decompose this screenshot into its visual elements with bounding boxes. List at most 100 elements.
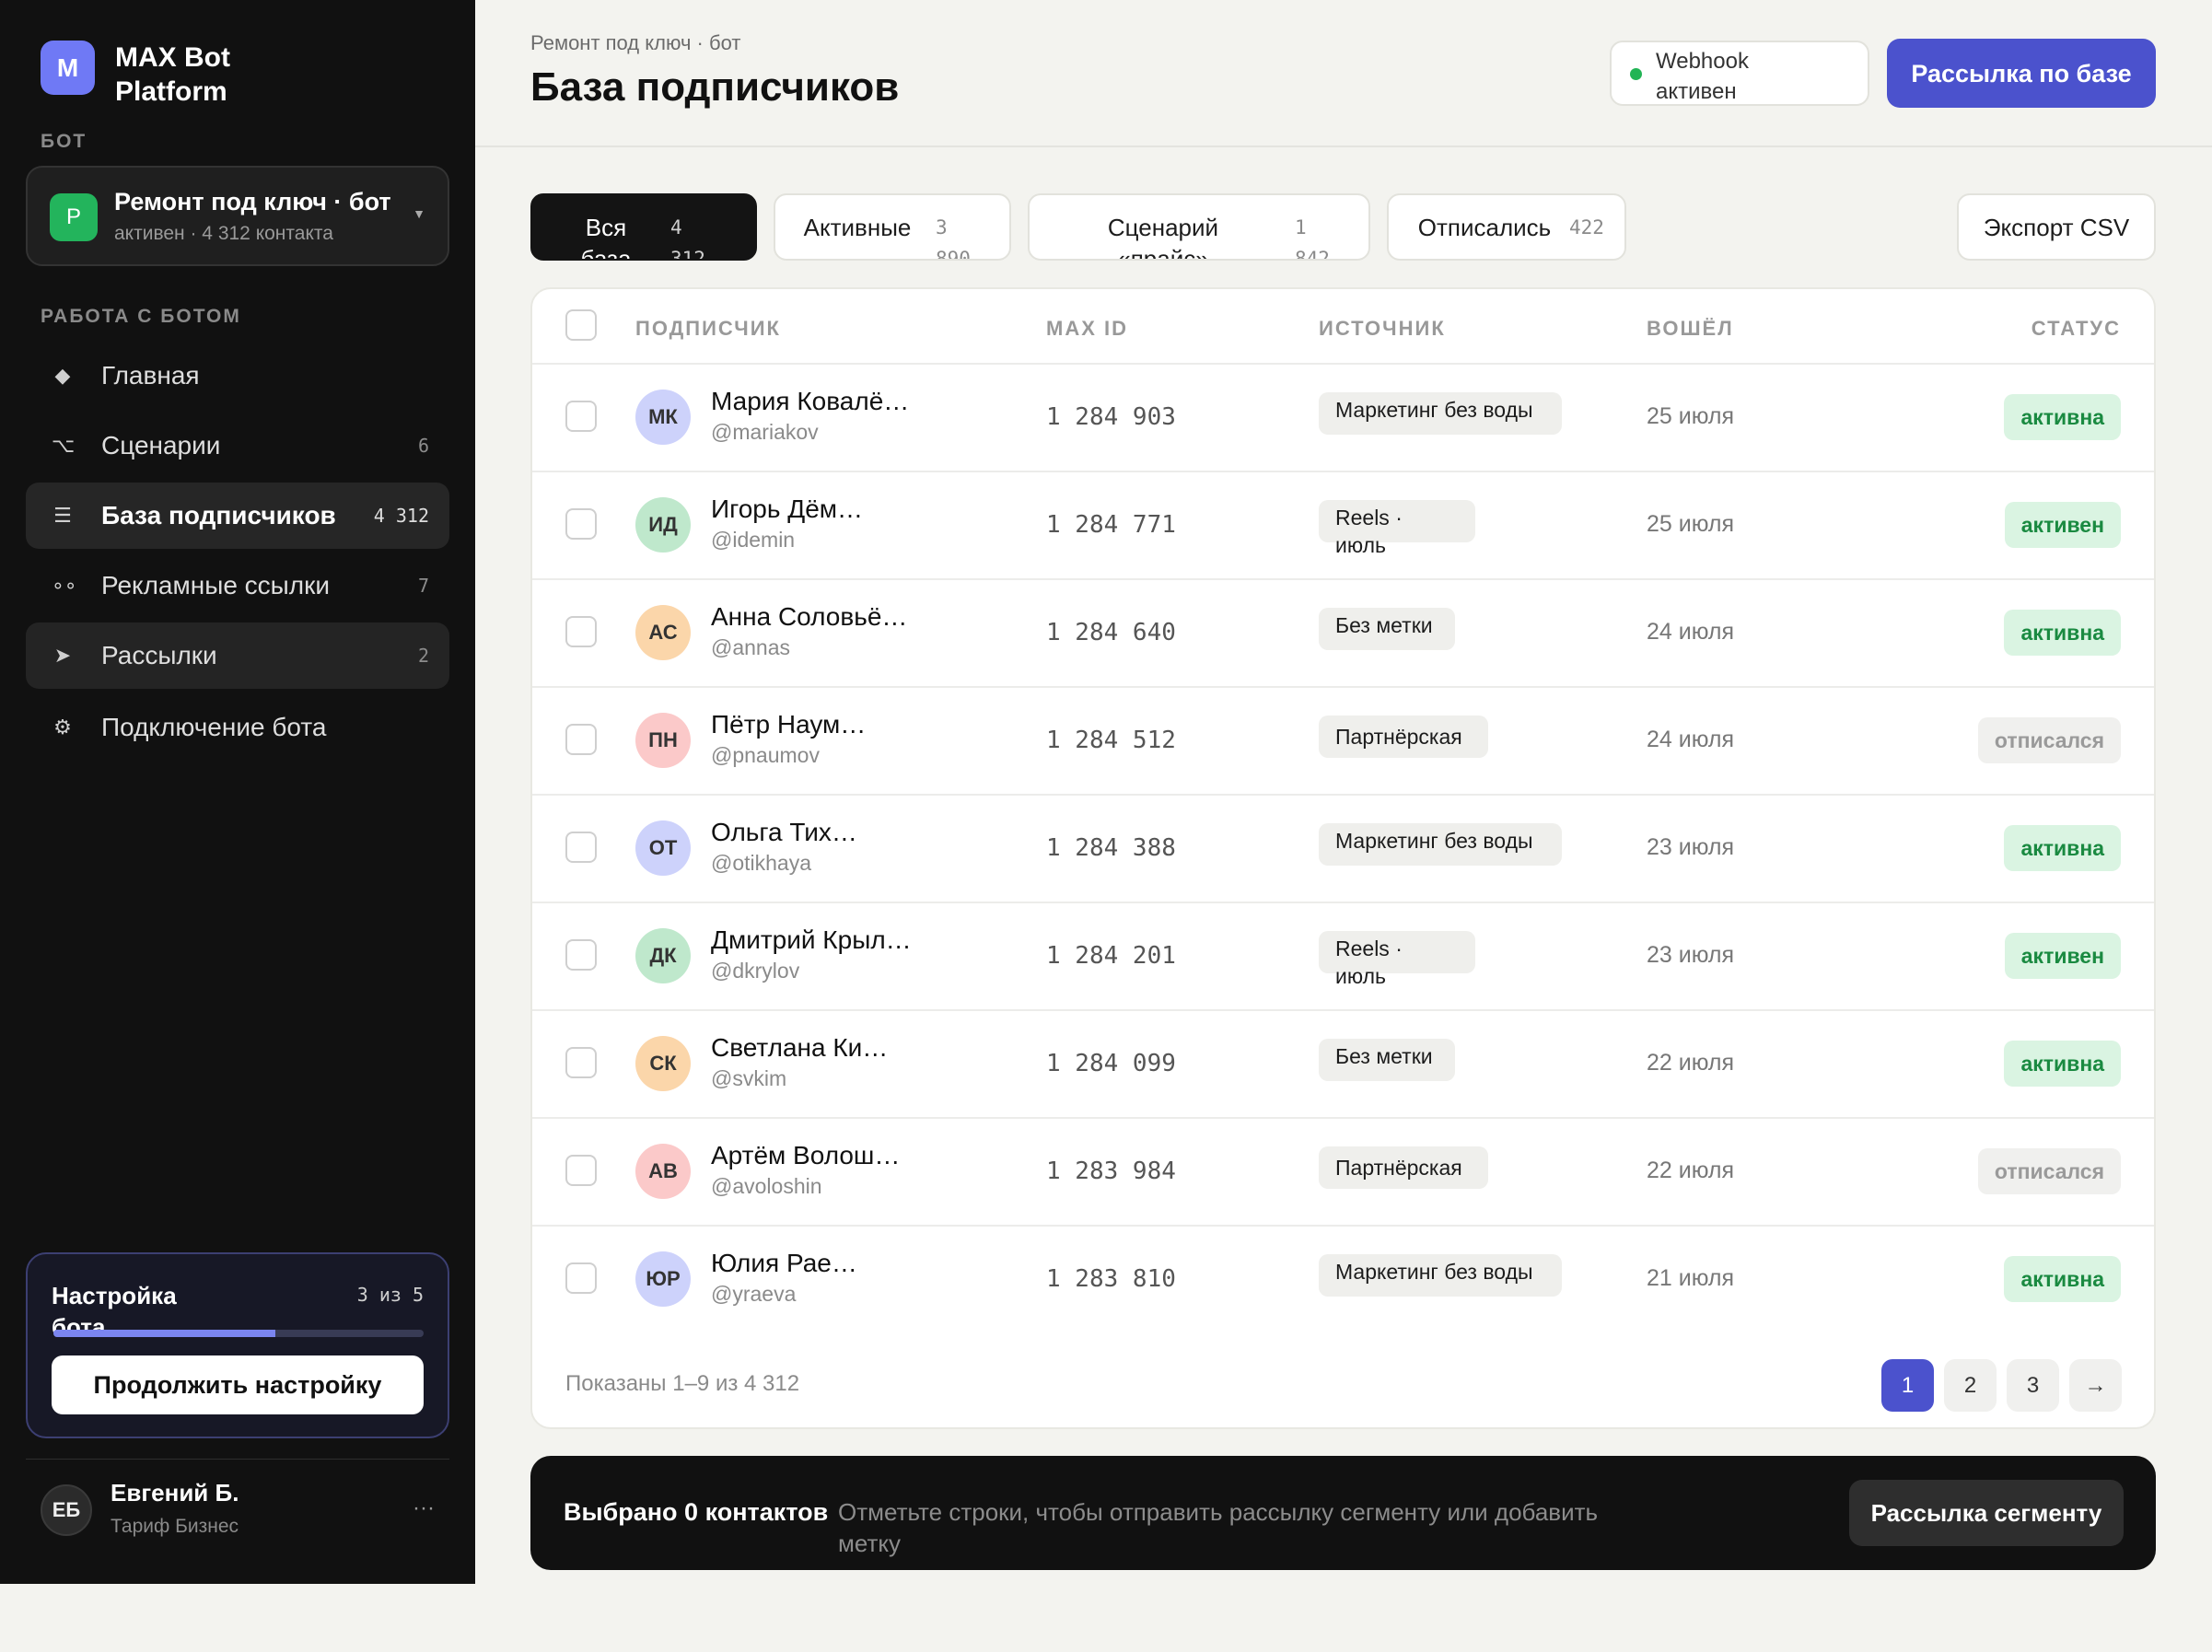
subscriber-name[interactable]: Мария Ковалё…	[711, 387, 909, 416]
sidebar-item-label: Сценарии	[101, 431, 221, 460]
row-checkbox[interactable]	[565, 832, 597, 863]
status-badge: активна	[2004, 825, 2121, 871]
table-row[interactable]: ДК Дмитрий Крыл… @dkrylov 1 284 201 Reels · …	[532, 902, 2154, 1009]
row-checkbox[interactable]	[565, 508, 597, 540]
subscriber-handle: @dkrylov	[711, 959, 800, 983]
breadcrumb[interactable]: Ремонт под ключ · бот	[530, 31, 740, 55]
column-header-joined[interactable]: ВОШЁЛ	[1647, 317, 1734, 341]
max-id: 1 283 984	[1046, 1158, 1176, 1185]
table-row[interactable]: АС Анна Соловьё… @annas 1 284 640 Без метки 2…	[532, 578, 2154, 686]
column-header-source[interactable]: ИСТОЧНИК	[1319, 317, 1446, 341]
continue-setup-button[interactable]: Продолжить настройку	[52, 1355, 424, 1414]
divider	[26, 1459, 449, 1460]
table-row[interactable]: ОТ Ольга Тих… @otikhaya 1 284 388 Маркетинг …	[532, 794, 2154, 902]
subscriber-name[interactable]: Юлия Рае…	[711, 1249, 857, 1278]
avatar: ОТ	[635, 820, 691, 876]
status-badge: активна	[2004, 610, 2121, 656]
webhook-status-badge: Webhook активен	[1610, 41, 1869, 106]
bulk-hint: Отметьте строки, чтобы отправить рассылк…	[838, 1498, 1599, 1557]
row-checkbox[interactable]	[565, 724, 597, 755]
subscriber-name[interactable]: Ольга Тих…	[711, 818, 857, 847]
avatar: МК	[635, 390, 691, 445]
setup-count: 3 из 5	[356, 1284, 424, 1306]
column-header-subscriber[interactable]: ПОДПИСЧИК	[635, 317, 781, 341]
table-row[interactable]: ИД Игорь Дём… @idemin 1 284 771 Reels · июль…	[532, 471, 2154, 578]
gear-icon: ⚙	[53, 715, 72, 739]
next-page-button[interactable]: →	[2069, 1359, 2122, 1412]
bot-switcher[interactable]: Р Ремонт под ключ · бот активен · 4 312 …	[26, 166, 449, 266]
sidebar-item-count: 6	[417, 435, 429, 457]
export-csv-button[interactable]: Экспорт CSV	[1957, 193, 2156, 261]
avatar: АВ	[635, 1144, 691, 1199]
sidebar-item-subscribers[interactable]: ☰ База подписчиков 4 312	[26, 483, 449, 549]
avatar: ДК	[635, 928, 691, 983]
link-icon: ∘∘	[52, 574, 77, 597]
subscriber-handle: @mariakov	[711, 420, 819, 444]
page-button[interactable]: 2	[1944, 1359, 1997, 1412]
subscriber-name[interactable]: Артём Волош…	[711, 1141, 900, 1170]
tab-count: 4 312	[670, 216, 705, 261]
table-row[interactable]: АВ Артём Волош… @avoloshin 1 283 984 Партнёр…	[532, 1117, 2154, 1225]
subscribers-table: ПОДПИСЧИК MAX ID ИСТОЧНИК ВОШЁЛ СТАТУС М…	[530, 287, 2156, 1429]
subscriber-handle: @pnaumov	[711, 743, 820, 767]
subscriber-handle: @idemin	[711, 528, 796, 552]
row-checkbox[interactable]	[565, 616, 597, 647]
subscriber-name[interactable]: Светлана Ки…	[711, 1033, 888, 1063]
column-header-max-id[interactable]: MAX ID	[1046, 317, 1128, 341]
avatar: АС	[635, 605, 691, 660]
joined-date: 25 июля	[1647, 511, 1735, 537]
bot-section-label: БОТ	[41, 131, 87, 152]
row-checkbox[interactable]	[565, 401, 597, 432]
broadcast-all-button[interactable]: Рассылка по базе	[1887, 39, 2156, 108]
avatar: СК	[635, 1036, 691, 1091]
sidebar-item-label: База подписчиков	[101, 501, 336, 529]
subscriber-name[interactable]: Анна Соловьё…	[711, 602, 907, 632]
tab-label: Активные	[803, 214, 912, 241]
table-row[interactable]: СК Светлана Ки… @svkim 1 284 099 Без метки 22…	[532, 1009, 2154, 1117]
select-all-checkbox[interactable]	[565, 309, 597, 341]
sidebar-item-connection[interactable]: ⚙ Подключение бота	[26, 694, 449, 761]
setup-progress-fill	[53, 1330, 276, 1337]
sidebar-item-ad-links[interactable]: ∘∘ Рекламные ссылки 7	[26, 553, 449, 619]
table-row[interactable]: ПН Пётр Наум… @pnaumov 1 284 512 Партнёрская…	[532, 686, 2154, 794]
brand[interactable]: M MAX Bot Platform	[41, 41, 262, 109]
subscriber-handle: @yraeva	[711, 1282, 797, 1306]
setup-progress-card: Настройка бота 3 из 5 Продолжить настрой…	[26, 1252, 449, 1438]
tab-filter-3[interactable]: Отписались 422	[1387, 193, 1626, 261]
sidebar-item-scenarios[interactable]: ⌥ Сценарии 6	[26, 413, 449, 479]
sidebar-item-label: Главная	[101, 361, 200, 390]
table-row[interactable]: ЮР Юлия Рае… @yraeva 1 283 810 Маркетинг без…	[532, 1225, 2154, 1332]
tab-filter-0[interactable]: Вся база 4 312	[530, 193, 757, 261]
more-icon[interactable]: ···	[413, 1495, 435, 1521]
page-button[interactable]: 3	[2007, 1359, 2059, 1412]
row-checkbox[interactable]	[565, 1047, 597, 1078]
row-checkbox[interactable]	[565, 1155, 597, 1186]
max-id: 1 284 512	[1046, 727, 1176, 754]
avatar[interactable]: ЕБ	[41, 1484, 92, 1536]
page-header: Ремонт под ключ · бот База подписчиков W…	[475, 0, 2212, 147]
flow-icon: ⌥	[52, 434, 76, 457]
row-checkbox[interactable]	[565, 1262, 597, 1294]
max-id: 1 284 388	[1046, 834, 1176, 862]
tab-label: Вся база	[580, 214, 632, 261]
tab-filter-2[interactable]: Сценарий «прайс» 1 842	[1028, 193, 1370, 261]
status-badge: отписался	[1977, 1148, 2121, 1194]
sidebar-item-label: Подключение бота	[101, 713, 327, 741]
sidebar-item-home[interactable]: ◆ Главная	[26, 343, 449, 409]
max-id: 1 283 810	[1046, 1265, 1176, 1293]
selected-count: Выбрано 0 контактов	[564, 1498, 829, 1526]
table-row[interactable]: МК Мария Ковалё… @mariakov 1 284 903 Маркети…	[532, 363, 2154, 471]
column-header-status[interactable]: СТАТУС	[2032, 317, 2121, 341]
joined-date: 24 июля	[1647, 619, 1735, 645]
subscriber-name[interactable]: Игорь Дём…	[711, 494, 863, 524]
tab-filter-1[interactable]: Активные 3 890	[774, 193, 1011, 261]
page-button[interactable]: 1	[1881, 1359, 1934, 1412]
segment-broadcast-button[interactable]: Рассылка сегменту	[1849, 1480, 2124, 1546]
max-id: 1 284 903	[1046, 403, 1176, 431]
subscriber-name[interactable]: Дмитрий Крыл…	[711, 925, 912, 955]
subscriber-name[interactable]: Пётр Наум…	[711, 710, 866, 739]
source-tag: Маркетинг без воды	[1319, 823, 1562, 866]
joined-date: 21 июля	[1647, 1265, 1735, 1291]
row-checkbox[interactable]	[565, 939, 597, 971]
sidebar-item-broadcasts[interactable]: ➤ Рассылки 2	[26, 622, 449, 689]
